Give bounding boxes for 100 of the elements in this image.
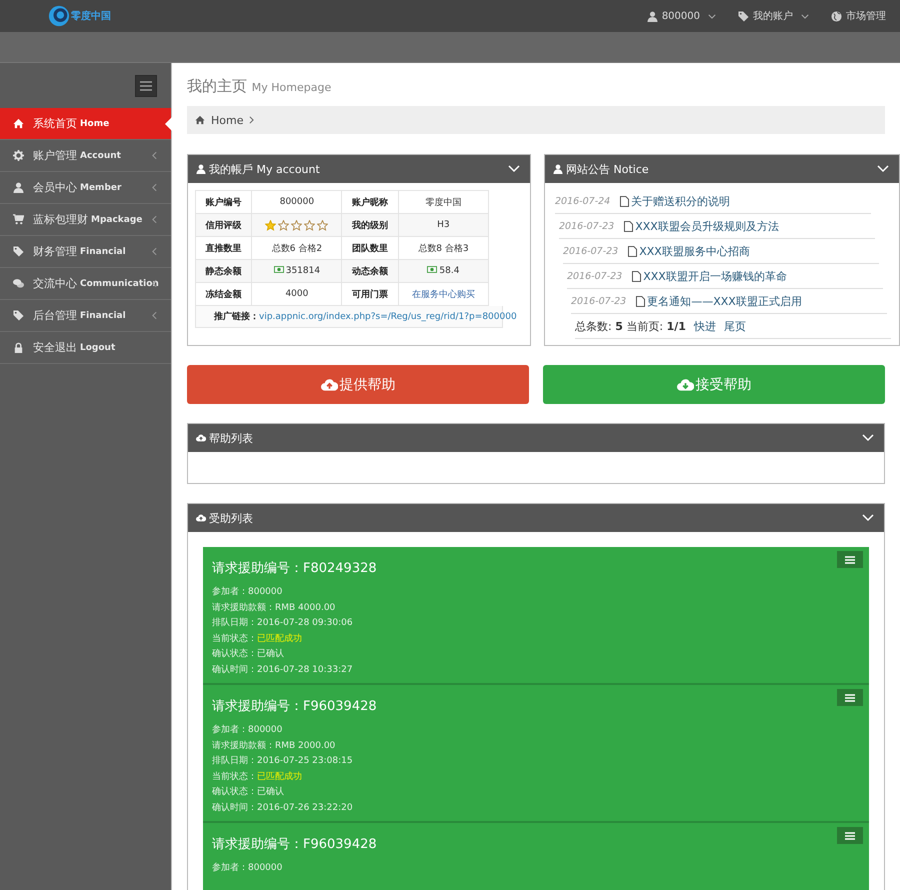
detail-value: 2016-07-26 23:22:20 — [257, 802, 353, 812]
detail-value: 800000 — [248, 725, 282, 735]
detail-label: 参加者： — [212, 587, 248, 597]
menu-icon — [845, 556, 855, 564]
detail-label: 请求援助款额： — [212, 740, 275, 750]
sidebar-item[interactable]: 系统首页 Home — [0, 108, 171, 140]
detail-label: 参加者： — [212, 725, 248, 735]
detail-value: RMB 2000.00 — [275, 740, 336, 750]
notice-date: 2016-07-23 — [559, 220, 614, 232]
lock-icon — [13, 342, 24, 353]
table-cell: 动态余额 — [342, 260, 398, 282]
detail-label: 当前状态： — [212, 634, 257, 644]
detail-label: 确认时间： — [212, 802, 257, 812]
cash-icon — [274, 266, 284, 273]
document-icon — [628, 246, 638, 256]
detail-value: 已匹配成功 — [257, 634, 302, 644]
top-menu-link[interactable]: 我的账户 — [738, 9, 809, 23]
notice-link[interactable]: XXX联盟服务中心招商 — [639, 244, 750, 258]
cloud-download-icon — [676, 378, 694, 392]
panel-title: 受助列表 — [209, 510, 254, 526]
menu-button[interactable] — [837, 551, 863, 568]
logo-text[interactable]: 零度中国 — [71, 9, 111, 23]
globe-icon — [831, 10, 842, 22]
menu-toggle-button[interactable] — [135, 74, 157, 96]
star-icon — [291, 220, 302, 230]
provide-help-button[interactable]: 提供帮助 — [187, 365, 529, 404]
detail-label: 确认状态： — [212, 787, 257, 797]
detail-value: 已确认 — [257, 787, 284, 797]
chat-icon — [13, 278, 24, 289]
tag-icon — [13, 310, 24, 321]
cash-icon — [427, 266, 438, 273]
panel-title: 我的帳戶 My account — [209, 162, 321, 176]
document-icon — [636, 296, 646, 306]
table-cell: 静态余额 — [196, 260, 252, 282]
cloud-upload-icon — [320, 378, 338, 392]
chevron-down-icon[interactable] — [862, 434, 874, 442]
star-icon — [278, 220, 290, 230]
notice-link[interactable]: 关于赠送积分的说明 — [631, 194, 730, 208]
detail-value: 已确认 — [257, 649, 284, 659]
notice-date: 2016-07-24 — [555, 196, 610, 206]
receive-help-button[interactable]: 接受帮助 — [543, 365, 885, 404]
top-menu-link[interactable]: 800000 — [646, 9, 716, 23]
cloud-upload-icon — [196, 433, 206, 443]
document-icon — [624, 220, 634, 232]
pagination-info: 总条数: 5 当前页: 1/1 — [575, 318, 686, 334]
detail-label: 当前状态： — [212, 772, 257, 782]
detail-value: RMB 4000.00 — [275, 602, 336, 612]
table-cell: 我的级别 — [342, 214, 398, 236]
breadcrumb-link[interactable]: Home — [211, 114, 244, 126]
pagination-link[interactable]: 尾页 — [724, 318, 746, 334]
pagination-link[interactable]: 快进 — [694, 318, 716, 334]
chevron-down-icon[interactable] — [862, 514, 874, 522]
panel-title: 网站公告 Notice — [566, 162, 650, 176]
referral-label: 推广链接： — [214, 312, 259, 322]
table-cell: 351814 — [252, 260, 342, 282]
notice-date: 2016-07-23 — [571, 296, 626, 306]
menu-button[interactable] — [837, 827, 863, 844]
tag-icon — [13, 246, 24, 257]
notice-link[interactable]: XXX联盟开启一场赚钱的革命 — [643, 268, 787, 284]
notice-link[interactable]: XXX联盟会员升级规则及方法 — [635, 218, 779, 234]
chevron-down-icon[interactable] — [508, 165, 520, 173]
gear-icon — [13, 150, 24, 161]
detail-value: 已匹配成功 — [257, 772, 302, 782]
menu-icon — [845, 694, 855, 702]
user-icon — [553, 164, 563, 174]
detail-value: 2016-07-25 23:08:15 — [257, 756, 353, 766]
panel-title: 帮助列表 — [209, 430, 254, 446]
top-menu-link[interactable]: 市场管理 — [831, 9, 886, 23]
menu-button[interactable] — [837, 689, 863, 706]
star-icon — [265, 220, 276, 230]
page-title: 我的主页 — [187, 77, 247, 95]
home-icon — [195, 115, 205, 125]
detail-value: 2016-07-28 10:33:27 — [257, 664, 353, 674]
star-icon — [304, 220, 316, 230]
user-icon — [13, 182, 24, 193]
notice-link[interactable]: 更名通知——XXX联盟正式启用 — [647, 294, 802, 308]
chevron-down-icon[interactable] — [877, 165, 889, 173]
menu-icon — [845, 832, 855, 840]
user-icon — [196, 164, 206, 174]
table-cell: 58.4 — [398, 260, 488, 282]
request-title: 请求援助编号：F80249328 — [212, 560, 377, 577]
detail-label: 排队日期： — [212, 618, 257, 628]
page-subtitle: My Homepage — [252, 81, 332, 94]
notice-date: 2016-07-23 — [567, 270, 622, 282]
table-cell: 账户编号 — [196, 190, 252, 214]
menu-icon — [140, 80, 152, 90]
star-icon — [317, 220, 328, 230]
detail-value: 800000 — [248, 587, 282, 597]
table-cell: H3 — [398, 214, 488, 236]
detail-label: 参加者： — [212, 863, 248, 873]
referral-link[interactable]: vip.appnic.org/index.php?s=/Reg/us_reg/rid/1?p=800000 — [259, 312, 517, 322]
document-icon — [632, 270, 642, 282]
table-cell: 信用评级 — [196, 214, 252, 236]
request-title: 请求援助编号：F96039428 — [212, 698, 377, 715]
cloud-upload-icon — [196, 513, 206, 523]
notice-date: 2016-07-23 — [563, 246, 618, 256]
detail-value: 2016-07-28 09:30:06 — [257, 618, 353, 628]
detail-label: 请求援助款额： — [212, 602, 275, 612]
detail-label: 排队日期： — [212, 756, 257, 766]
request-title: 请求援助编号：F96039428 — [212, 836, 377, 853]
